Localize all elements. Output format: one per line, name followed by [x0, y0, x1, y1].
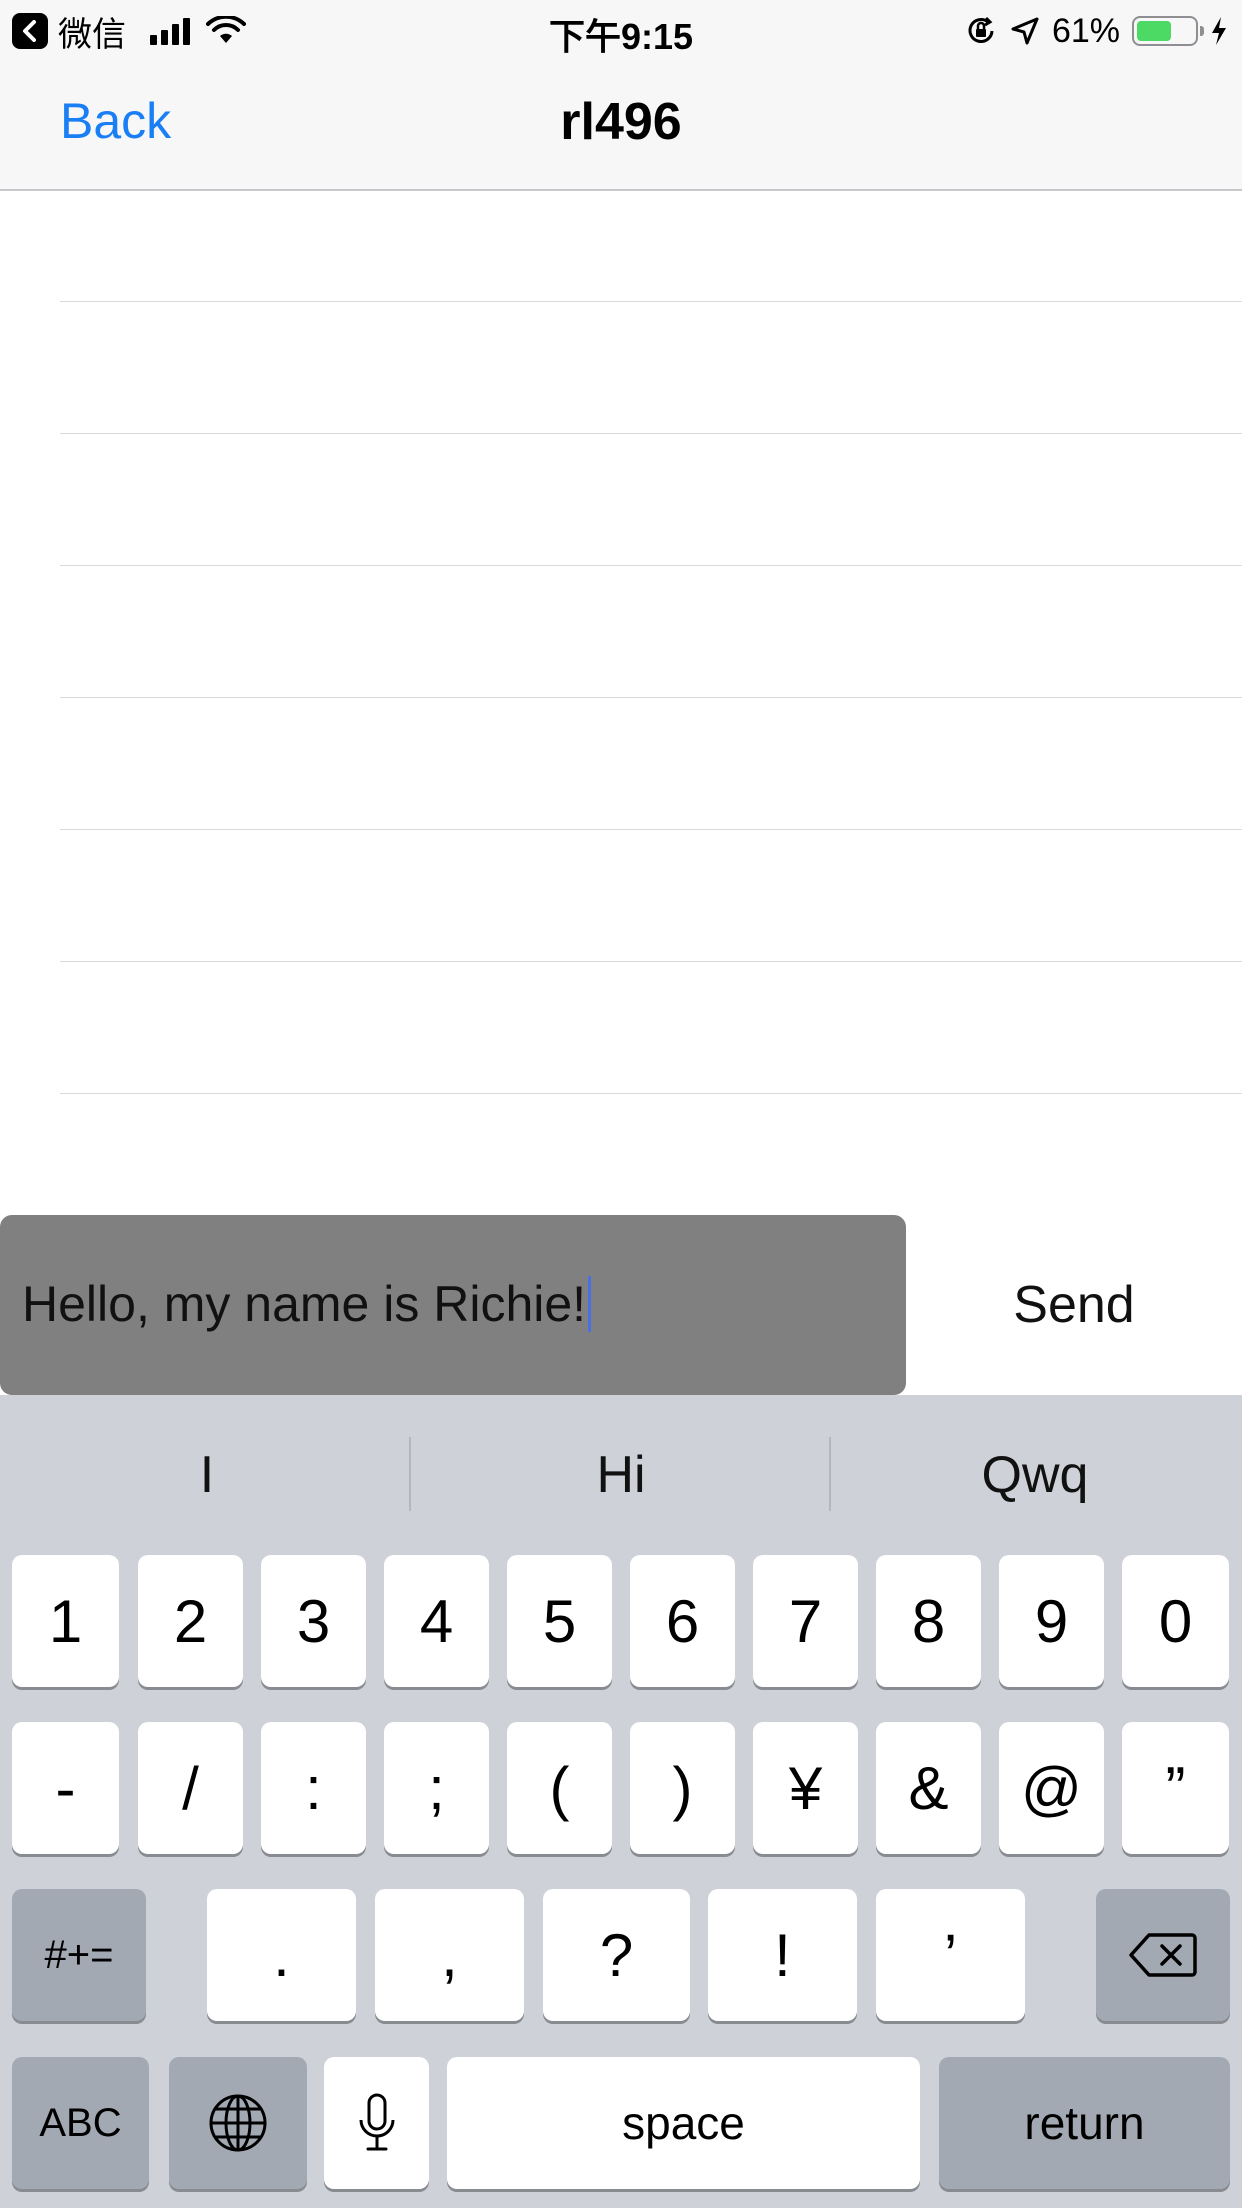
key-2[interactable]: 2 — [138, 1555, 243, 1687]
list-row-separator — [60, 829, 1242, 830]
space-key[interactable]: space — [447, 2057, 920, 2189]
symbols-toggle-key[interactable]: #+= — [12, 1889, 146, 2021]
battery-percent: 61% — [1051, 11, 1120, 50]
predictive-bar: I Hi Qwq — [0, 1395, 1242, 1555]
orientation-lock-icon — [968, 16, 994, 43]
key-exclamation[interactable]: ! — [708, 1889, 857, 2021]
battery-icon — [1132, 16, 1204, 46]
key-comma[interactable]: , — [375, 1889, 524, 2021]
abc-key[interactable]: ABC — [12, 2057, 149, 2189]
key-slash[interactable]: / — [138, 1722, 243, 1854]
microphone-key[interactable] — [324, 2057, 429, 2189]
nav-bar: Back rl496 — [0, 62, 1242, 191]
key-question[interactable]: ? — [543, 1889, 690, 2021]
key-1[interactable]: 1 — [12, 1555, 119, 1687]
suggestion-2[interactable]: Hi — [414, 1395, 828, 1555]
delete-icon — [1129, 1933, 1197, 1977]
suggestion-1[interactable]: I — [0, 1395, 414, 1555]
key-close-paren[interactable]: ) — [630, 1722, 735, 1854]
status-right: 61% — [964, 10, 1228, 52]
delete-key[interactable] — [1096, 1889, 1230, 2021]
key-3[interactable]: 3 — [261, 1555, 366, 1687]
list-row-separator — [60, 565, 1242, 566]
key-5[interactable]: 5 — [507, 1555, 612, 1687]
key-colon[interactable]: : — [261, 1722, 366, 1854]
send-button[interactable]: Send — [906, 1215, 1242, 1395]
composer-bar: Hello, my name is Richie! Send — [0, 1215, 1242, 1395]
key-ampersand[interactable]: & — [876, 1722, 981, 1854]
microphone-icon — [359, 2093, 394, 2151]
key-apostrophe[interactable]: ’ — [876, 1889, 1025, 2021]
list-row-separator — [60, 1093, 1242, 1094]
suggestion-3[interactable]: Qwq — [828, 1395, 1242, 1555]
key-yen[interactable]: ¥ — [753, 1722, 858, 1854]
list-row-separator — [60, 301, 1242, 302]
key-period[interactable]: . — [207, 1889, 356, 2021]
message-input-value: Hello, my name is Richie! — [22, 1276, 587, 1332]
key-8[interactable]: 8 — [876, 1555, 981, 1687]
key-quote[interactable]: ” — [1122, 1722, 1229, 1854]
key-hyphen[interactable]: - — [12, 1722, 119, 1854]
key-4[interactable]: 4 — [384, 1555, 489, 1687]
key-9[interactable]: 9 — [999, 1555, 1104, 1687]
location-icon — [1011, 17, 1039, 45]
globe-icon — [209, 2094, 267, 2152]
list-row-separator — [60, 697, 1242, 698]
return-key[interactable]: return — [939, 2057, 1230, 2189]
key-0[interactable]: 0 — [1122, 1555, 1229, 1687]
key-semicolon[interactable]: ; — [384, 1722, 489, 1854]
globe-key[interactable] — [169, 2057, 307, 2189]
status-bar: 微信 下午9:15 61% — [0, 0, 1242, 62]
message-input[interactable]: Hello, my name is Richie! — [0, 1215, 906, 1395]
page-title: rl496 — [560, 93, 682, 151]
key-7[interactable]: 7 — [753, 1555, 858, 1687]
charging-bolt-icon — [1212, 17, 1226, 45]
battery-level-fill — [1137, 21, 1171, 41]
list-row-separator — [60, 961, 1242, 962]
key-at[interactable]: @ — [999, 1722, 1104, 1854]
list-row-separator — [60, 433, 1242, 434]
keyboard: I Hi Qwq 1 2 3 4 5 6 7 8 9 0 - / : ; ( )… — [0, 1395, 1242, 2208]
suggestion-divider — [409, 1437, 411, 1511]
key-6[interactable]: 6 — [630, 1555, 735, 1687]
message-list[interactable] — [0, 191, 1242, 1215]
key-open-paren[interactable]: ( — [507, 1722, 612, 1854]
text-caret — [588, 1275, 592, 1332]
